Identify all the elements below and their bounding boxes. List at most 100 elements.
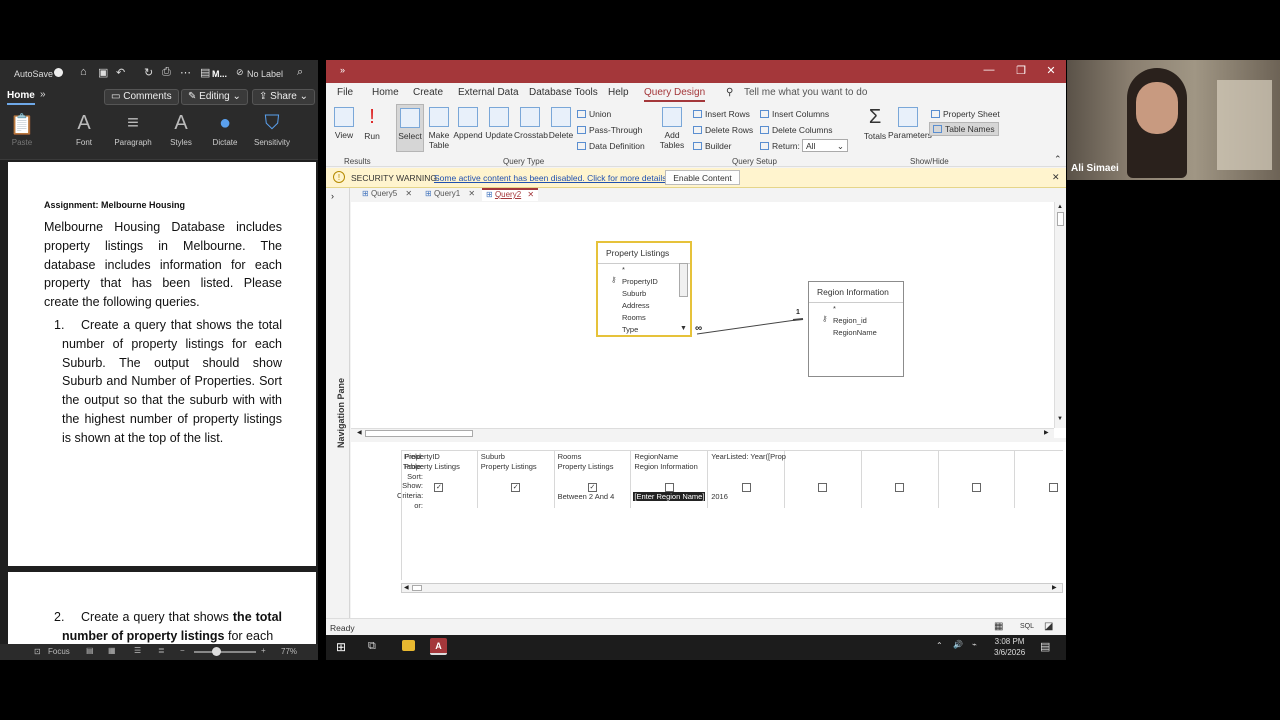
- grid-field-cell[interactable]: Suburb: [481, 452, 505, 461]
- print-layout-icon[interactable]: ▦: [108, 646, 116, 655]
- show-checkbox[interactable]: ✓: [511, 483, 521, 492]
- more-icon[interactable]: ⋯: [180, 66, 191, 79]
- autosave-toggle[interactable]: [54, 68, 63, 77]
- close-warning-icon[interactable]: ✕: [1052, 172, 1060, 183]
- add-tables-button[interactable]: Add Tables: [658, 107, 686, 150]
- save-icon[interactable]: ▣: [98, 66, 108, 79]
- print-icon[interactable]: ⎙: [162, 66, 171, 79]
- scroll-up-icon[interactable]: ▲: [1057, 204, 1063, 210]
- update-button[interactable]: Update: [484, 107, 514, 140]
- tab-query5[interactable]: ⊞ Query5 ✕: [358, 189, 416, 202]
- grid-horizontal-scrollbar[interactable]: ◀ ▶: [401, 583, 1063, 593]
- show-checkbox[interactable]: [741, 483, 751, 492]
- menu-create[interactable]: Create: [413, 87, 443, 98]
- grid-table-cell[interactable]: Property Listings: [481, 462, 537, 471]
- show-checkbox[interactable]: [818, 483, 828, 492]
- web-layout-icon[interactable]: ☰: [134, 646, 141, 655]
- scroll-thumb[interactable]: [365, 430, 473, 437]
- grid-column[interactable]: [1015, 450, 1063, 508]
- restore-icon[interactable]: ❐: [1006, 64, 1036, 77]
- grid-column[interactable]: PropertyID Property Listings ✓: [401, 450, 478, 508]
- zoom-thumb[interactable]: [212, 647, 221, 656]
- show-checkbox[interactable]: [1048, 483, 1058, 492]
- outline-icon[interactable]: ≣: [158, 646, 165, 655]
- zoom-slider[interactable]: [194, 651, 256, 653]
- focus-icon[interactable]: ⊡: [34, 647, 41, 656]
- tab-close-icon[interactable]: ✕: [405, 189, 412, 198]
- grid-column[interactable]: [862, 450, 939, 508]
- grid-column[interactable]: [785, 450, 862, 508]
- security-details-link[interactable]: Some active content has been disabled. C…: [434, 173, 669, 183]
- design-view-icon[interactable]: ◪: [1044, 621, 1053, 632]
- qat-chevron-icon[interactable]: »: [340, 65, 345, 75]
- grid-column[interactable]: Suburb Property Listings ✓: [478, 450, 555, 508]
- append-button[interactable]: Append: [453, 107, 483, 140]
- windows-start-icon[interactable]: ⊞: [336, 640, 346, 654]
- data-definition-button[interactable]: Data Definition: [577, 141, 645, 151]
- dictate-icon[interactable]: ●: [205, 112, 245, 135]
- show-checkbox[interactable]: ✓: [434, 483, 444, 492]
- grid-field-cell[interactable]: Rooms: [558, 452, 582, 461]
- grid-column[interactable]: RegionName Region Information [Enter Regio…: [631, 450, 709, 508]
- union-button[interactable]: Union: [577, 109, 611, 119]
- select-button[interactable]: Select: [396, 104, 424, 152]
- volume-icon[interactable]: 🔊: [953, 640, 963, 649]
- close-icon[interactable]: ✕: [1036, 64, 1066, 77]
- expand-nav-icon[interactable]: ›: [331, 191, 334, 201]
- insert-rows-button[interactable]: Insert Rows: [693, 109, 750, 119]
- show-checkbox[interactable]: [664, 483, 674, 492]
- comments-button[interactable]: ▭ Comments: [104, 89, 179, 105]
- grid-column[interactable]: [939, 450, 1016, 508]
- query-design-grid[interactable]: Field: Table: Sort: Show: Criteria: or: …: [351, 442, 1066, 618]
- grid-criteria-cell[interactable]: Between 2 And 4: [558, 492, 615, 501]
- delete-columns-button[interactable]: Delete Columns: [760, 125, 832, 135]
- canvas-vertical-scrollbar[interactable]: ▲ ▼: [1054, 202, 1066, 428]
- notifications-icon[interactable]: ▤: [1040, 640, 1050, 653]
- font-icon[interactable]: A: [64, 112, 104, 135]
- styles-icon[interactable]: A: [161, 112, 201, 135]
- redo-icon[interactable]: ↻: [144, 66, 153, 79]
- zoom-in-icon[interactable]: +: [261, 646, 266, 655]
- show-checkbox[interactable]: ✓: [587, 483, 597, 492]
- grid-field-cell[interactable]: RegionName: [634, 452, 678, 461]
- scroll-thumb[interactable]: [412, 585, 422, 591]
- scroll-right-icon[interactable]: ▶: [1044, 429, 1049, 436]
- search-icon[interactable]: ⌕: [297, 66, 303, 79]
- paste-icon[interactable]: 📋: [2, 112, 42, 137]
- chevron-right-icon[interactable]: »: [40, 89, 46, 100]
- menu-home[interactable]: Home: [372, 87, 399, 98]
- parameters-button[interactable]: Parameters: [888, 107, 932, 140]
- sql-view-button[interactable]: SQL: [1020, 623, 1034, 630]
- collapse-ribbon-icon[interactable]: ⌃: [1054, 154, 1062, 165]
- paragraph-icon[interactable]: ≡: [113, 112, 153, 135]
- grid-field-cell[interactable]: PropertyID: [404, 452, 440, 461]
- focus-label[interactable]: Focus: [48, 647, 70, 656]
- grid-table-cell[interactable]: Property Listings: [558, 462, 614, 471]
- grid-table-cell[interactable]: Property Listings: [404, 462, 460, 471]
- navigation-pane[interactable]: › Navigation Pane: [326, 188, 350, 618]
- scroll-right-icon[interactable]: ▶: [1052, 584, 1057, 591]
- read-mode-icon[interactable]: ▤: [86, 646, 94, 655]
- grid-column[interactable]: Rooms Property Listings Between 2 And 4 ✓: [555, 450, 632, 508]
- grid-criteria-cell[interactable]: 2016: [711, 492, 728, 501]
- zoom-out-icon[interactable]: −: [180, 646, 185, 655]
- crosstab-button[interactable]: Crosstab: [514, 107, 548, 140]
- show-checkbox[interactable]: [895, 483, 905, 492]
- sensitivity-ribbon-icon[interactable]: ⛉: [252, 112, 292, 135]
- builder-button[interactable]: Builder: [693, 141, 731, 151]
- canvas-horizontal-scrollbar[interactable]: ◀ ▶: [351, 428, 1054, 438]
- tray-chevron-icon[interactable]: ⌃: [936, 641, 943, 650]
- tab-close-icon[interactable]: ✕: [468, 189, 475, 198]
- minimize-icon[interactable]: —: [974, 64, 1004, 76]
- view-button[interactable]: View: [332, 107, 356, 140]
- home-icon[interactable]: ⌂: [80, 66, 87, 78]
- tab-home[interactable]: Home: [7, 90, 35, 105]
- datasheet-view-icon[interactable]: ▦: [994, 621, 1003, 632]
- clock[interactable]: 3:08 PM 3/6/2026: [994, 636, 1025, 658]
- undo-icon[interactable]: ↶: [116, 66, 125, 79]
- grid-criteria-cell[interactable]: [Enter Region Name]: [633, 492, 706, 501]
- scroll-left-icon[interactable]: ◀: [404, 584, 409, 591]
- totals-button[interactable]: Σ Totals: [862, 107, 888, 142]
- make-table-button[interactable]: Make Table: [426, 107, 452, 150]
- scroll-thumb[interactable]: [1057, 212, 1064, 226]
